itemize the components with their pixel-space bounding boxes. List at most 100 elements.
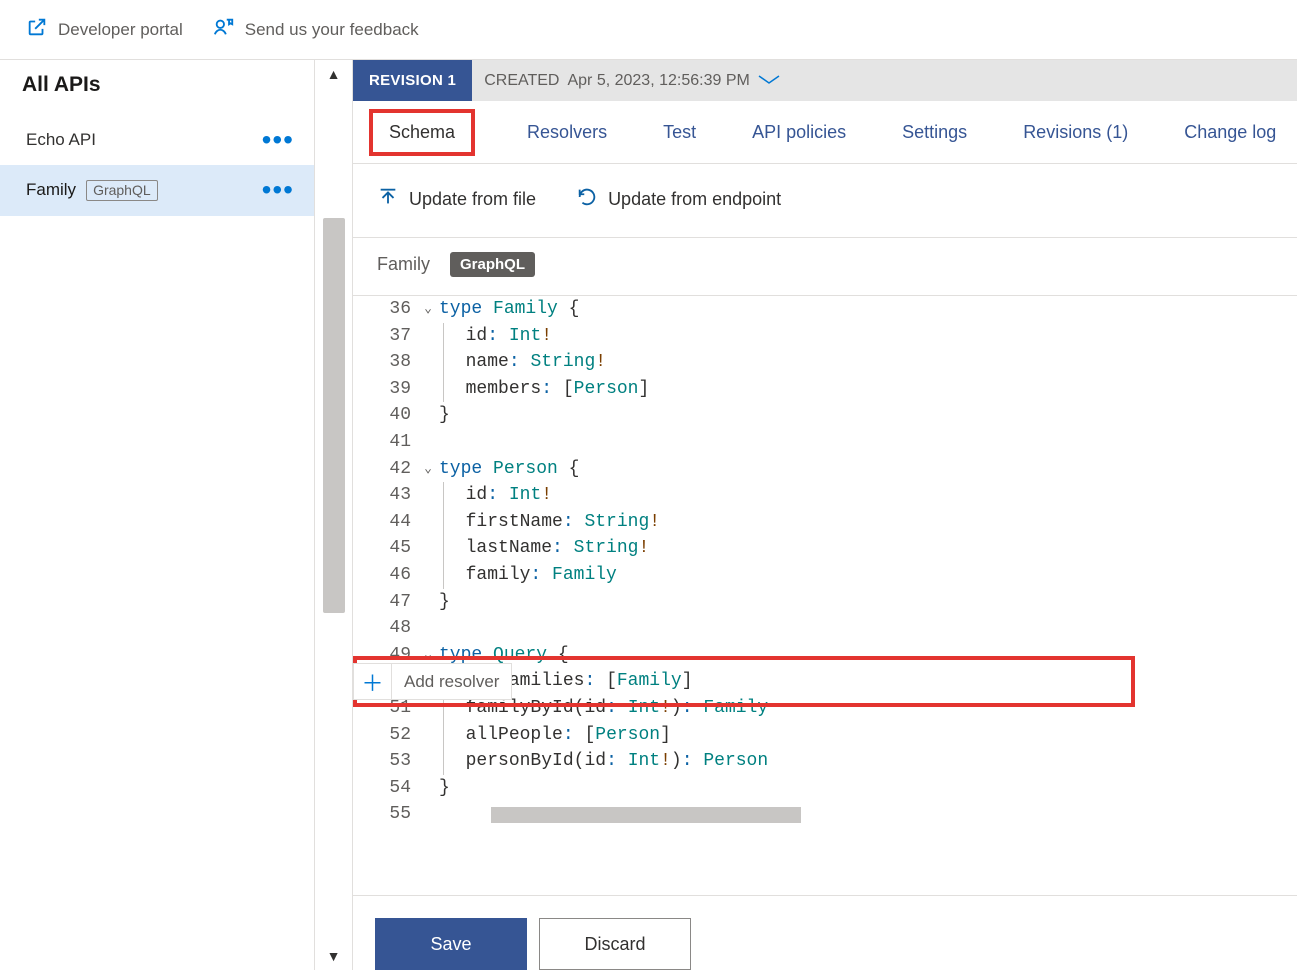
feedback-label: Send us your feedback (245, 20, 419, 40)
code-line[interactable]: 44 firstName: String! (353, 509, 1297, 536)
tab-schema[interactable]: Schema (369, 109, 475, 156)
line-number: 37 (353, 323, 417, 350)
code-content: personById(id: Int!): Person (443, 748, 1297, 775)
line-number: 54 (353, 775, 417, 802)
save-button[interactable]: Save (375, 918, 527, 970)
tab-resolvers[interactable]: Resolvers (523, 105, 611, 160)
sidebar-item-label: Echo API (26, 130, 96, 150)
code-content: allFamilies: [Family] (443, 668, 1297, 695)
line-number: 47 (353, 589, 417, 616)
code-content: } (439, 402, 1297, 429)
feedback-icon (213, 16, 235, 43)
api-sidebar: All APIs Echo API ••• Family GraphQL ••• (0, 60, 315, 970)
revision-badge: REVISION 1 (353, 60, 472, 101)
add-resolver-hint[interactable]: ＋ Add resolver (353, 663, 512, 700)
code-line[interactable]: 46 family: Family (353, 562, 1297, 589)
code-line[interactable]: 48 (353, 615, 1297, 642)
more-icon[interactable]: ••• (262, 183, 294, 197)
graphql-badge: GraphQL (86, 180, 158, 201)
line-number: 36 (353, 296, 417, 323)
code-content: lastName: String! (443, 535, 1297, 562)
refresh-icon (576, 186, 598, 213)
footer-actions: Save Discard (353, 895, 1297, 970)
code-content: } (439, 589, 1297, 616)
schema-title-bar: Family GraphQL (353, 238, 1297, 296)
splitter[interactable]: ▲ ▼ (315, 60, 353, 970)
sidebar-item-label: Family (26, 180, 76, 200)
api-tabs: Schema Resolvers Test API policies Setti… (353, 101, 1297, 164)
code-content: firstName: String! (443, 509, 1297, 536)
update-from-endpoint-button[interactable]: Update from endpoint (576, 186, 781, 213)
code-line[interactable]: 45 lastName: String! (353, 535, 1297, 562)
line-number: 45 (353, 535, 417, 562)
revision-created[interactable]: CREATED Apr 5, 2023, 12:56:39 PM (472, 60, 792, 101)
schema-editor[interactable]: 36⌄type Family {37 id: Int!38 name: Stri… (353, 296, 1297, 895)
plus-icon: ＋ (354, 664, 392, 699)
tab-test[interactable]: Test (659, 105, 700, 160)
code-content: family: Family (443, 562, 1297, 589)
tab-revisions[interactable]: Revisions (1) (1019, 105, 1132, 160)
update-from-file-button[interactable]: Update from file (377, 186, 536, 213)
update-toolbar: Update from file Update from endpoint (353, 164, 1297, 238)
code-line[interactable]: 41 (353, 429, 1297, 456)
top-toolbar: Developer portal Send us your feedback (0, 0, 1297, 60)
line-number: 43 (353, 482, 417, 509)
code-line[interactable]: 37 id: Int! (353, 323, 1297, 350)
horizontal-scrollbar[interactable] (491, 807, 801, 823)
scrollbar-thumb[interactable] (323, 218, 345, 613)
code-content: name: String! (443, 349, 1297, 376)
revision-bar: REVISION 1 CREATED Apr 5, 2023, 12:56:39… (353, 60, 1297, 101)
code-content: id: Int! (443, 323, 1297, 350)
line-number: 53 (353, 748, 417, 775)
code-line[interactable]: 39 members: [Person] (353, 376, 1297, 403)
developer-portal-link[interactable]: Developer portal (26, 16, 183, 43)
sidebar-item-family[interactable]: Family GraphQL ••• (0, 165, 314, 216)
line-number: 52 (353, 722, 417, 749)
update-from-endpoint-label: Update from endpoint (608, 189, 781, 210)
code-line[interactable]: 38 name: String! (353, 349, 1297, 376)
line-number: 44 (353, 509, 417, 536)
external-link-icon (26, 16, 48, 43)
line-number: 39 (353, 376, 417, 403)
code-content: id: Int! (443, 482, 1297, 509)
discard-button[interactable]: Discard (539, 918, 691, 970)
feedback-link[interactable]: Send us your feedback (213, 16, 419, 43)
code-line[interactable]: 42⌄type Person { (353, 456, 1297, 483)
scroll-down-icon[interactable]: ▼ (327, 948, 341, 964)
developer-portal-label: Developer portal (58, 20, 183, 40)
line-number: 46 (353, 562, 417, 589)
line-number: 42 (353, 456, 417, 483)
revision-created-prefix: CREATED (484, 72, 559, 90)
main-panel: REVISION 1 CREATED Apr 5, 2023, 12:56:39… (353, 60, 1297, 970)
code-content: familyById(id: Int!): Family (443, 695, 1297, 722)
code-line[interactable]: 54} (353, 775, 1297, 802)
chevron-down-icon (758, 72, 780, 90)
code-line[interactable]: 36⌄type Family { (353, 296, 1297, 323)
graphql-dark-badge: GraphQL (450, 252, 535, 277)
scroll-up-icon[interactable]: ▲ (327, 66, 341, 82)
update-from-file-label: Update from file (409, 189, 536, 210)
tab-api-policies[interactable]: API policies (748, 105, 850, 160)
code-line[interactable]: 40} (353, 402, 1297, 429)
code-line[interactable]: 43 id: Int! (353, 482, 1297, 509)
code-line[interactable]: 52 allPeople: [Person] (353, 722, 1297, 749)
code-content: members: [Person] (443, 376, 1297, 403)
fold-icon[interactable]: ⌄ (417, 296, 439, 323)
code-line[interactable]: 53 personById(id: Int!): Person (353, 748, 1297, 775)
upload-icon (377, 186, 399, 213)
line-number: 38 (353, 349, 417, 376)
fold-icon[interactable]: ⌄ (417, 456, 439, 483)
code-content: } (439, 775, 1297, 802)
sidebar-item-echo-api[interactable]: Echo API ••• (0, 115, 314, 165)
schema-name: Family (377, 254, 430, 275)
code-line[interactable]: 47} (353, 589, 1297, 616)
code-content: type Family { (439, 296, 1297, 323)
tab-change-log[interactable]: Change log (1180, 105, 1280, 160)
line-number: 48 (353, 615, 417, 642)
line-number: 55 (353, 801, 417, 828)
code-content: allPeople: [Person] (443, 722, 1297, 749)
add-resolver-label: Add resolver (392, 672, 511, 692)
more-icon[interactable]: ••• (262, 133, 294, 147)
tab-settings[interactable]: Settings (898, 105, 971, 160)
sidebar-title: All APIs (0, 60, 314, 115)
